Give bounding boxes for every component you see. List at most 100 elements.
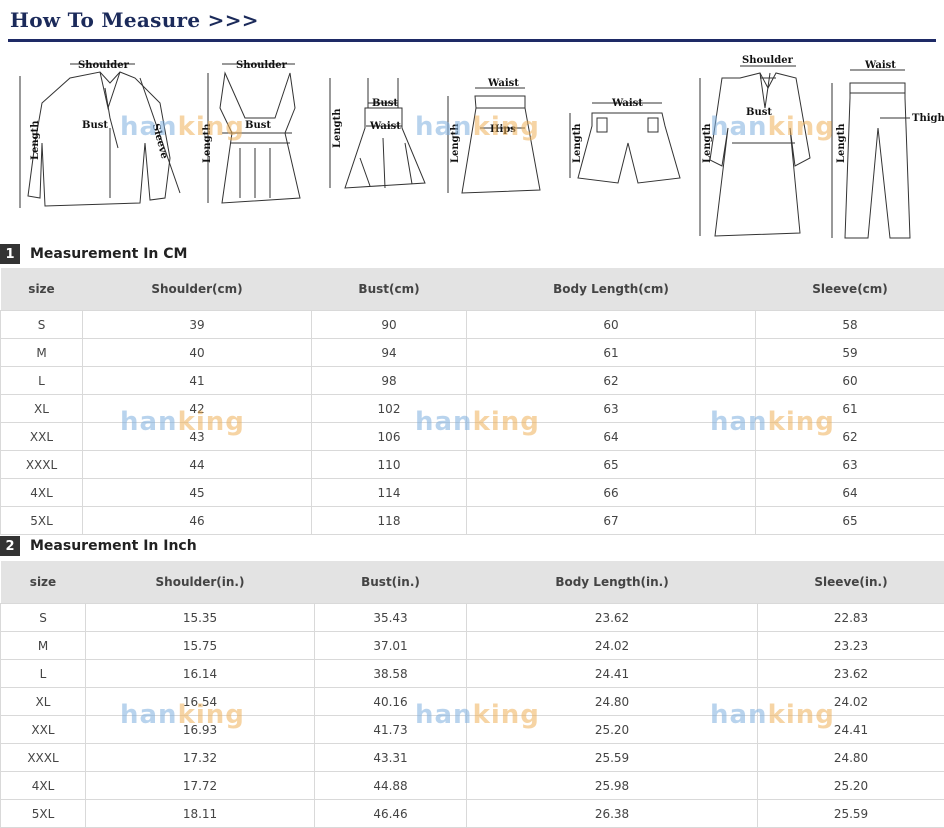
table-row: 5XL18.1146.4626.3825.59 [1,800,944,828]
table-cell: 25.20 [467,716,758,744]
table-cell: 90 [312,311,467,339]
table-cell: 23.62 [758,660,944,688]
table-cell: 16.93 [86,716,315,744]
table-header-row: sizeShoulder(in.)Bust(in.)Body Length(in… [1,561,944,604]
table-cell: 63 [467,395,756,423]
table-cell: XXL [1,716,86,744]
label-length-3: Length [332,108,343,148]
table-cell: 23.62 [467,604,758,632]
table-cell: 24.80 [758,744,944,772]
column-header: Bust(cm) [312,268,467,311]
shorts-diagram [570,103,680,183]
label-bust-3: Bust [372,98,398,109]
coat-diagram [700,66,810,236]
table-cell: 24.02 [758,688,944,716]
table-cell: 42 [83,395,312,423]
table-cell: 63 [756,451,944,479]
skirt-diagram [448,88,540,193]
table-cell: 40.16 [315,688,467,716]
table-cell: 62 [756,423,944,451]
table-row: XL16.5440.1624.8024.02 [1,688,944,716]
table-cell: 65 [467,451,756,479]
table-cell: 40 [83,339,312,367]
table-cell: 5XL [1,507,83,535]
section-title: Measurement In Inch [30,538,197,554]
table-cell: 106 [312,423,467,451]
table-cell: 18.11 [86,800,315,828]
table-cell: 45 [83,479,312,507]
table-row: L16.1438.5824.4123.62 [1,660,944,688]
table-cell: 64 [467,423,756,451]
table-cell: L [1,660,86,688]
column-header: Body Length(cm) [467,268,756,311]
table-row: 4XL451146664 [1,479,944,507]
table-cell: XXL [1,423,83,451]
label-waist-3: Waist [369,121,401,132]
table-cell: 17.72 [86,772,315,800]
table-cell: 44.88 [315,772,467,800]
table-cell: 61 [467,339,756,367]
tank-diagram [208,64,300,203]
table-row: XXXL17.3243.3125.5924.80 [1,744,944,772]
column-header: Shoulder(cm) [83,268,312,311]
column-header: Body Length(in.) [467,561,758,604]
table-cell: 60 [467,311,756,339]
table-cell: 22.83 [758,604,944,632]
table-cell: XL [1,688,86,716]
table-header-row: sizeShoulder(cm)Bust(cm)Body Length(cm)S… [1,268,944,311]
table-cell: 60 [756,367,944,395]
table-cell: 44 [83,451,312,479]
column-header: size [1,561,86,604]
label-waist-4: Waist [487,78,519,89]
section-cm-heading: 1 Measurement In CM [0,244,187,264]
table-cell: 64 [756,479,944,507]
table-cell: 26.38 [467,800,758,828]
table-cell: 4XL [1,479,83,507]
table-row: XXL431066462 [1,423,944,451]
table-cell: 46.46 [315,800,467,828]
column-header: Sleeve(in.) [758,561,944,604]
table-cell: 102 [312,395,467,423]
table-cell: 66 [467,479,756,507]
label-length-1: Length [30,120,41,160]
label-thigh: Thigh [912,113,944,124]
table-cell: XL [1,395,83,423]
table-cell: 25.98 [467,772,758,800]
label-length-2: Length [202,123,213,163]
inch-size-table: sizeShoulder(in.)Bust(in.)Body Length(in… [0,561,944,828]
table-row: XXXL441106563 [1,451,944,479]
table-row: 4XL17.7244.8825.9825.20 [1,772,944,800]
table-row: M40946159 [1,339,944,367]
measurement-diagrams: Shoulder Bust Length Sleeve Shoulder Bus… [0,48,944,243]
table-cell: 25.59 [467,744,758,772]
table-row: S15.3535.4323.6222.83 [1,604,944,632]
label-shoulder-6: Shoulder [742,55,794,66]
table-cell: 16.54 [86,688,315,716]
label-bust-6: Bust [746,107,772,118]
table-cell: 16.14 [86,660,315,688]
table-cell: 118 [312,507,467,535]
table-cell: 114 [312,479,467,507]
label-length-6: Length [702,123,713,163]
table-cell: M [1,632,86,660]
table-cell: 5XL [1,800,86,828]
label-shoulder-1: Shoulder [78,60,130,71]
table-row: 5XL461186765 [1,507,944,535]
column-header: Shoulder(in.) [86,561,315,604]
dress-diagram [330,78,425,188]
table-cell: 43.31 [315,744,467,772]
table-cell: 25.20 [758,772,944,800]
table-cell: XXXL [1,451,83,479]
table-cell: M [1,339,83,367]
table-cell: 24.41 [467,660,758,688]
table-cell: L [1,367,83,395]
table-cell: 41.73 [315,716,467,744]
table-cell: 67 [467,507,756,535]
table-cell: 94 [312,339,467,367]
table-row: XL421026361 [1,395,944,423]
table-row: M15.7537.0124.0223.23 [1,632,944,660]
header-divider [8,39,936,42]
table-cell: 65 [756,507,944,535]
page-header: How To Measure >>> [10,8,259,32]
table-cell: S [1,311,83,339]
